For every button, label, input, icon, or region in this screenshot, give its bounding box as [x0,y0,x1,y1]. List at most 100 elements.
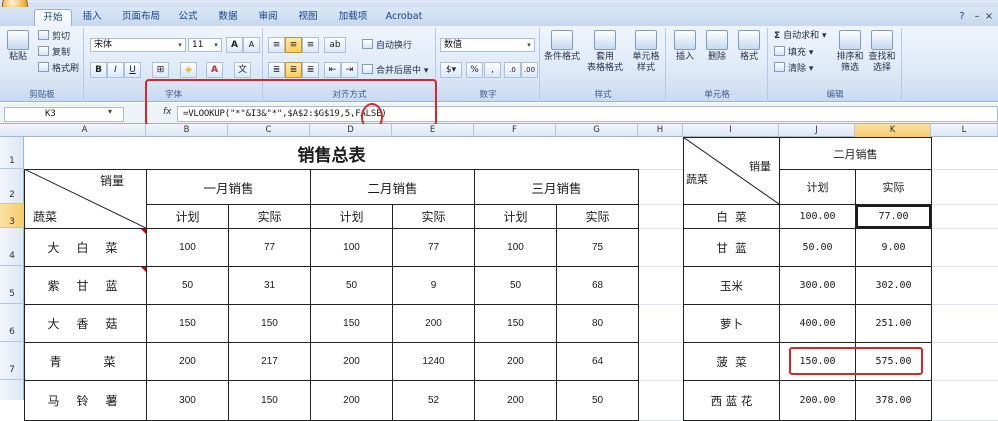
vegetable-name[interactable]: 大白菜 [24,228,147,267]
table-cell[interactable]: 68 [556,266,639,305]
sub-header-plan[interactable]: 计划 [474,204,557,229]
table-cell[interactable]: 300 [146,380,229,421]
table-cell[interactable]: 50 [310,266,393,305]
lookup-plan-value[interactable]: 100.00 [779,204,856,229]
lookup-plan-value[interactable]: 150.00 [779,342,856,381]
font-size-combo[interactable]: 11 ▾ [188,38,222,52]
lookup-vegetable-name[interactable]: 西 蓝 花 [683,380,780,421]
align-center-icon[interactable]: ≣ [285,62,302,78]
table-cell[interactable]: 150 [474,304,557,343]
phonetic-icon[interactable]: 文 [234,62,251,78]
table-cell[interactable]: 50 [146,266,229,305]
font-color-icon[interactable]: A [206,62,223,78]
clear-button[interactable]: 清除 ▾ [774,62,813,75]
lookup-actual-value[interactable]: 302.00 [855,266,932,305]
table-cell[interactable]: 217 [228,342,311,381]
table-cell[interactable]: 50 [474,266,557,305]
column-header-k[interactable]: K [855,124,931,137]
column-header-c[interactable]: C [228,124,310,137]
fill-color-icon[interactable]: ◈ [180,62,197,78]
tab-acrobat[interactable]: Acrobat [382,9,426,27]
row-header-5[interactable]: 5 [0,266,24,304]
corner-header-right[interactable]: 销量 蔬菜 [683,137,780,205]
minimize-icon[interactable]: – [972,9,982,27]
lookup-actual-value[interactable]: 251.00 [855,304,932,343]
lookup-plan-value[interactable]: 200.00 [779,380,856,421]
column-header-e[interactable]: E [392,124,474,137]
lookup-plan-value[interactable]: 50.00 [779,228,856,267]
column-header-a[interactable]: A [24,124,146,137]
italic-button[interactable]: I [107,62,124,78]
sub-header-plan[interactable]: 计划 [146,204,229,229]
table-cell[interactable]: 80 [556,304,639,343]
number-format-combo[interactable]: 数值 ▾ [440,38,535,52]
sheet-title[interactable]: 销售总表 [24,137,639,170]
column-header-h[interactable]: H [638,124,683,137]
row-header-6[interactable]: 6 [0,304,24,342]
align-bottom-icon[interactable]: ≡ [302,37,319,53]
column-header-l[interactable]: L [931,124,998,137]
lookup-plan-value[interactable]: 300.00 [779,266,856,305]
sub-header-actual-right[interactable]: 实际 [855,169,932,205]
format-cells-button[interactable]: 格式 [734,30,764,63]
wrap-text-button[interactable]: 自动换行 [362,39,412,52]
corner-header-left[interactable]: 销量 蔬菜 [24,169,147,229]
lookup-vegetable-name[interactable]: 白 菜 [683,204,780,229]
align-top-icon[interactable]: ≡ [268,37,285,53]
name-box-dropdown-icon[interactable]: ▾ [108,107,112,116]
month-header-right[interactable]: 二月销售 [779,137,932,170]
decrease-indent-icon[interactable]: ⇤ [324,62,341,78]
column-header-g[interactable]: G [556,124,638,137]
vegetable-name[interactable]: 紫甘蓝 [24,266,147,305]
table-cell[interactable]: 200 [146,342,229,381]
column-header-j[interactable]: J [779,124,855,137]
align-left-icon[interactable]: ≣ [268,62,285,78]
lookup-vegetable-name[interactable]: 萝卜 [683,304,780,343]
tab-formulas[interactable]: 公式 [172,9,204,27]
tab-view[interactable]: 视图 [292,9,324,27]
tab-data[interactable]: 数据 [212,9,244,27]
lookup-vegetable-name[interactable]: 甘 蓝 [683,228,780,267]
column-header-f[interactable]: F [474,124,556,137]
table-cell[interactable]: 150 [310,304,393,343]
table-cell[interactable]: 50 [556,380,639,421]
autosum-button[interactable]: Σ 自动求和 ▾ [774,30,827,43]
lookup-vegetable-name[interactable]: 玉米 [683,266,780,305]
tab-review[interactable]: 审阅 [252,9,284,27]
month-header-2[interactable]: 二月销售 [310,169,475,205]
cell-styles-button[interactable]: 单元格 样式 [628,30,664,74]
formula-input[interactable]: =VLOOKUP("*"&I3&"*",$A$2:$G$19,5,FALSE) [177,106,998,122]
month-header-1[interactable]: 一月销售 [146,169,311,205]
insert-cells-button[interactable]: 插入 [670,30,700,63]
grow-font-button[interactable]: A [226,37,243,53]
sub-header-actual[interactable]: 实际 [228,204,311,229]
orientation-icon[interactable]: ab [324,37,346,53]
font-name-combo[interactable]: 宋体 ▾ [90,38,186,52]
row-header-3[interactable]: 3 [0,204,24,228]
borders-icon[interactable]: ⊞ [152,62,169,78]
merge-center-button[interactable]: 合并后居中 ▾ [362,64,428,77]
lookup-actual-value[interactable]: 575.00 [855,342,932,381]
table-cell[interactable]: 77 [228,228,311,267]
increase-indent-icon[interactable]: ⇥ [341,62,358,78]
table-cell[interactable]: 100 [474,228,557,267]
insert-function-icon[interactable]: fx [163,107,175,121]
tab-insert[interactable]: 插入 [76,9,108,27]
sub-header-actual[interactable]: 实际 [392,204,475,229]
lookup-actual-value[interactable]: 378.00 [855,380,932,421]
table-cell[interactable]: 200 [310,342,393,381]
copy-button[interactable]: 复制 [38,46,70,59]
table-cell[interactable]: 52 [392,380,475,421]
month-header-3[interactable]: 三月销售 [474,169,639,205]
column-header-i[interactable]: I [683,124,779,137]
conditional-format-button[interactable]: 条件格式 [543,30,581,63]
tab-home[interactable]: 开始 [34,9,72,27]
table-cell[interactable]: 200 [310,380,393,421]
table-cell[interactable]: 100 [146,228,229,267]
row-header-7[interactable]: 7 [0,342,24,380]
paste-button[interactable]: 粘贴 [4,30,32,63]
vegetable-name[interactable]: 马铃薯 [24,380,147,421]
format-as-table-button[interactable]: 套用 表格格式 [584,30,626,74]
table-cell[interactable]: 64 [556,342,639,381]
close-icon[interactable]: × [984,9,994,27]
